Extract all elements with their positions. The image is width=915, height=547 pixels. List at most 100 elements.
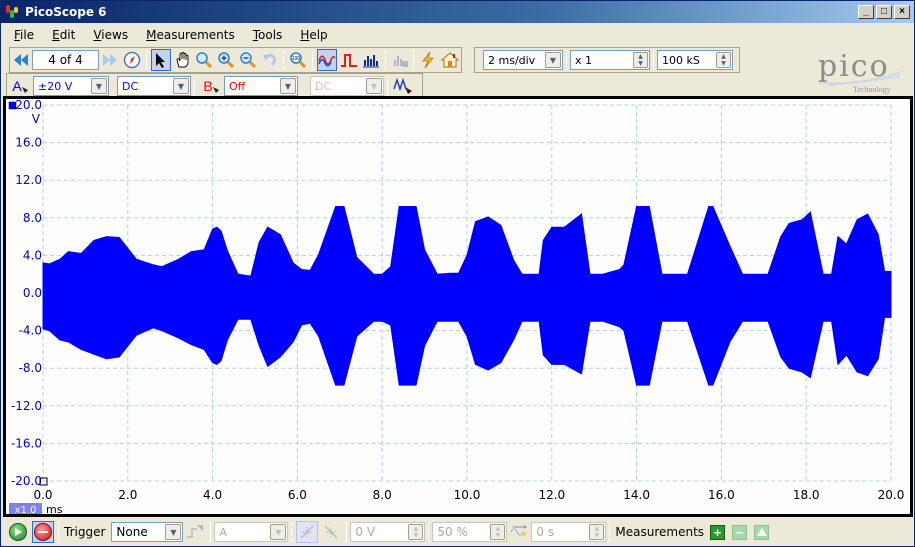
minimize-button[interactable]: _: [858, 5, 874, 19]
signal-generator-icon: [393, 77, 412, 94]
add-measurement-button[interactable]: +: [710, 524, 726, 540]
toolbar-separator: [312, 50, 314, 70]
channel-b-range-select[interactable]: Off ▼: [224, 76, 298, 96]
svg-text:100: 100: [292, 56, 301, 62]
chevron-down-icon[interactable]: ▼: [91, 78, 107, 94]
buffer-position-field[interactable]: 4 of 4: [31, 50, 100, 70]
x-tick-label: 20.0: [878, 488, 905, 502]
menu-tools[interactable]: Tools: [244, 28, 292, 42]
trigger-threshold-spinner[interactable]: 0 V ▲ ▼: [350, 522, 426, 542]
y-axis-unit: V: [32, 112, 41, 126]
post-trigger-delay-button[interactable]: [508, 521, 530, 543]
scope-graph[interactable]: 20.0 16.0 12.0 8.0 4.0 0.0 -4.0 -8.0 -12.0 -16.0 -…: [6, 99, 910, 514]
toolbar-separator: [210, 522, 212, 542]
trigger-label: Trigger: [64, 525, 106, 539]
channel-b-coupling-select[interactable]: DC ▼: [310, 76, 384, 96]
chevron-down-icon[interactable]: ▼: [270, 524, 287, 540]
spectrum-mode-icon: [362, 55, 379, 68]
chevron-down-icon[interactable]: ▼: [366, 78, 382, 94]
toolbar-separator: [346, 522, 348, 542]
pre-trigger-spinner[interactable]: 50 % ▲ ▼: [432, 522, 508, 542]
channel-options-button[interactable]: [392, 75, 414, 97]
toolbar-separator: [291, 522, 293, 542]
x-tick-label: 0.0: [33, 488, 52, 502]
auto-setup-button[interactable]: [418, 49, 438, 71]
rising-edge-button[interactable]: [296, 521, 319, 543]
timebase-value: 2 ms/div: [488, 53, 536, 67]
toolbar-separator: [387, 76, 388, 96]
zoom-100-button[interactable]: 100: [288, 49, 308, 71]
spectrum-mode-button[interactable]: [361, 49, 381, 71]
scope-mode-icon: [318, 55, 336, 67]
window-title: PicoScope 6: [25, 5, 107, 19]
falling-edge-button[interactable]: [320, 521, 342, 543]
zoom-in-icon: [218, 52, 235, 69]
x-zoom-badge-label: x1.0: [15, 505, 37, 514]
spinner-arrows-icon[interactable]: ▲ ▼: [408, 524, 424, 540]
start-button[interactable]: [9, 523, 27, 541]
first-buffer-button[interactable]: [11, 49, 31, 71]
stop-button[interactable]: [32, 521, 54, 543]
menu-measurements[interactable]: Measurements: [137, 28, 244, 42]
y-tick-label: 4.0: [23, 248, 42, 262]
persistence-mode-button[interactable]: [339, 49, 359, 71]
chevron-down-icon[interactable]: ▼: [280, 78, 296, 94]
navigator-button[interactable]: [122, 49, 142, 71]
menu-file[interactable]: File: [5, 28, 43, 42]
channel-b-options-button[interactable]: B: [199, 75, 223, 97]
delete-measurement-button[interactable]: −: [732, 524, 748, 540]
y-tick-label: 20.0: [15, 99, 42, 112]
menu-edit[interactable]: Edit: [43, 28, 84, 42]
samples-spinner[interactable]: 100 kS ▲ ▼: [657, 50, 733, 70]
y-tick-label: 0.0: [23, 286, 42, 300]
channel-a-coupling-select[interactable]: DC ▼: [117, 76, 191, 96]
y-tick-label: 12.0: [15, 173, 42, 187]
spinner-arrows-icon[interactable]: ▲ ▼: [589, 524, 605, 540]
post-trigger-delay-spinner[interactable]: 0 s ▲ ▼: [531, 522, 607, 542]
rising-edge-icon: [300, 525, 314, 539]
trigger-mode-select[interactable]: None ▼: [111, 522, 184, 542]
spinner-arrows-icon[interactable]: ▲ ▼: [490, 524, 506, 540]
maximize-button[interactable]: □: [876, 5, 892, 19]
math-channel-button[interactable]: [390, 49, 410, 71]
spinner-arrows-icon[interactable]: ▲ ▼: [716, 52, 731, 68]
pointer-tool-button[interactable]: [150, 49, 171, 71]
zoom-factor-spinner[interactable]: x 1 ▲ ▼: [570, 50, 650, 70]
menu-help[interactable]: Help: [291, 28, 336, 42]
close-button[interactable]: ×: [894, 5, 910, 19]
plus-icon: +: [713, 524, 722, 540]
triangle-up-icon: [756, 528, 767, 536]
chevron-down-icon[interactable]: ▼: [173, 78, 189, 94]
menu-views[interactable]: Views: [84, 28, 137, 42]
picoscope-window: PicoScope 6 _ □ × File Edit Views Measur…: [0, 0, 915, 547]
toolbar-separator: [609, 522, 611, 542]
trigger-source-select[interactable]: A ▼: [214, 522, 289, 542]
x-tick-label: 10.0: [454, 488, 481, 502]
falling-edge-icon: [324, 525, 338, 539]
zoom-in-button[interactable]: [216, 49, 236, 71]
pico-logo: pico Technology: [813, 49, 908, 94]
edit-measurement-button[interactable]: [754, 524, 770, 540]
chevron-down-icon[interactable]: ▼: [545, 52, 561, 68]
default-setup-button[interactable]: [440, 49, 460, 71]
spinner-arrows-icon[interactable]: ▲ ▼: [633, 52, 648, 68]
pointer-icon: [155, 53, 165, 68]
chevron-down-icon[interactable]: ▼: [165, 524, 182, 540]
x-tick-label: 4.0: [203, 488, 222, 502]
timebase-select[interactable]: 2 ms/div ▼: [483, 50, 563, 70]
home-icon: [441, 52, 460, 68]
undo-zoom-button[interactable]: [260, 49, 280, 71]
x-axis-unit: ms: [46, 503, 63, 514]
hand-tool-button[interactable]: [173, 49, 193, 71]
zoom-out-button[interactable]: [238, 49, 258, 71]
advanced-trigger-button[interactable]: [184, 521, 206, 543]
play-icon: [15, 528, 22, 536]
channel-a-options-button[interactable]: A: [8, 75, 32, 97]
scope-mode-button[interactable]: [317, 49, 338, 71]
channel-a-range-select[interactable]: ±20 V ▼: [33, 76, 109, 96]
zoom-area-button[interactable]: [194, 49, 214, 71]
next-buffer-button[interactable]: [100, 49, 120, 71]
arrow-icon: [21, 87, 28, 93]
scope-view[interactable]: 20.0 16.0 12.0 8.0 4.0 0.0 -4.0 -8.0 -12.0 -16.0 -…: [3, 96, 913, 517]
x-tick-label: 14.0: [623, 488, 650, 502]
